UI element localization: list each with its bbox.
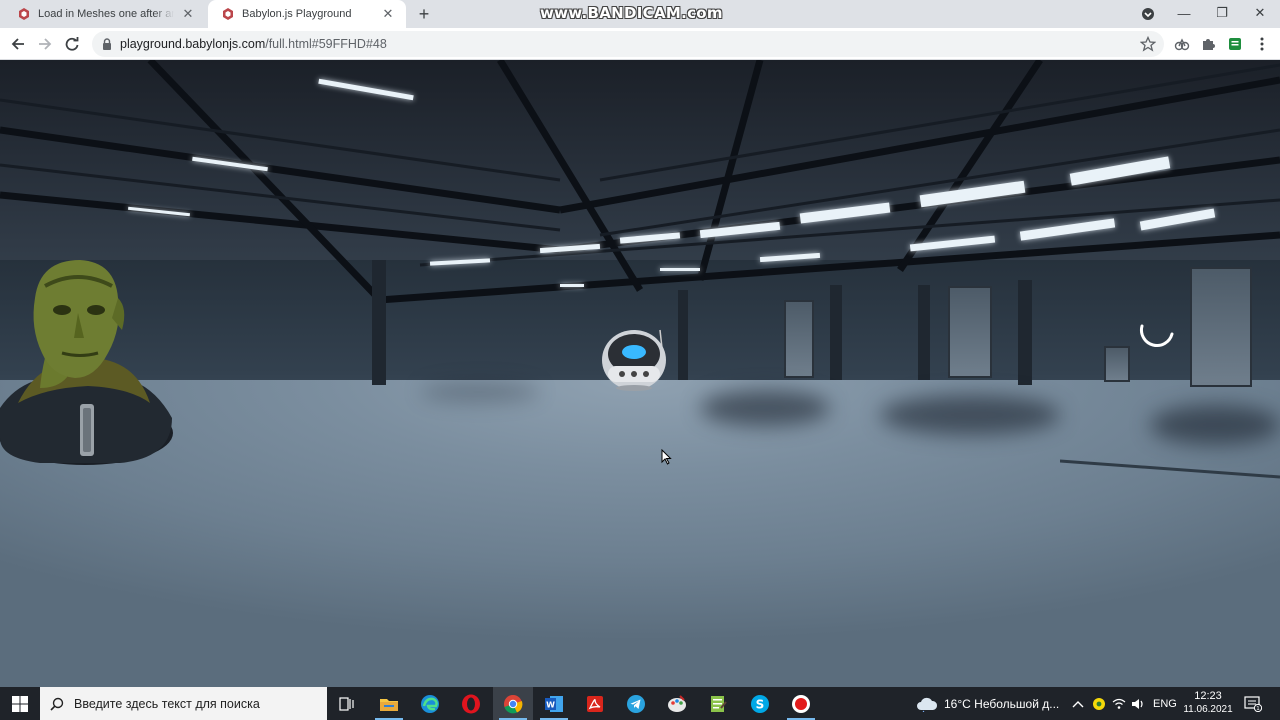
language-indicator[interactable]: ENG xyxy=(1153,687,1177,720)
system-clock[interactable]: 12:23 11.06.2021 xyxy=(1182,689,1234,717)
green-extension-icon[interactable] xyxy=(1225,34,1245,54)
new-tab-button[interactable]: + xyxy=(414,4,434,24)
ceiling-light xyxy=(660,268,700,271)
warehouse-door xyxy=(784,300,814,378)
tab-load-meshes[interactable]: Load in Meshes one after another ✕ xyxy=(4,0,206,28)
ceiling-light xyxy=(560,284,584,287)
wall-pillar xyxy=(678,290,688,380)
search-icon xyxy=(50,697,64,711)
close-icon[interactable]: ✕ xyxy=(1248,2,1272,24)
bookmark-star-icon[interactable] xyxy=(1140,36,1156,52)
url-host: playground.babylonjs.com xyxy=(120,37,266,51)
svg-text:S: S xyxy=(756,697,765,711)
opera-icon[interactable] xyxy=(451,687,491,720)
close-tab-icon[interactable]: ✕ xyxy=(380,6,396,22)
telegram-icon[interactable] xyxy=(616,687,656,720)
mouse-cursor-icon xyxy=(661,449,672,465)
warehouse-door xyxy=(1104,346,1130,382)
babylon-favicon-icon xyxy=(223,8,233,20)
warehouse-door xyxy=(948,286,992,378)
clock-time: 12:23 xyxy=(1194,690,1222,702)
restore-icon[interactable]: ❐ xyxy=(1210,2,1234,24)
minimize-icon[interactable]: — xyxy=(1172,2,1196,24)
bandicam-record-icon[interactable] xyxy=(781,687,821,720)
search-placeholder: Введите здесь текст для поиска xyxy=(74,696,260,711)
tab-title: Load in Meshes one after another xyxy=(38,8,174,20)
file-explorer-icon[interactable] xyxy=(369,687,409,720)
chrome-icon[interactable] xyxy=(493,687,533,720)
loading-spinner-icon xyxy=(1139,324,1174,347)
volume-icon[interactable] xyxy=(1131,687,1145,720)
clock-date: 11.06.2021 xyxy=(1183,704,1233,715)
acrobat-icon[interactable] xyxy=(575,687,615,720)
weather-text: 16°C Небольшой д... xyxy=(944,696,1060,711)
wall-pillar xyxy=(372,260,386,385)
security-tray-icon[interactable] xyxy=(1092,687,1106,720)
taskbar-search-box[interactable]: Введите здесь текст для поиска xyxy=(40,687,327,720)
word-icon[interactable]: W xyxy=(534,687,574,720)
floor-shadow xyxy=(420,382,540,402)
weather-widget[interactable]: 16°C Небольшой д... xyxy=(916,687,1059,720)
puzzle-icon[interactable] xyxy=(1198,34,1218,54)
wall-pillar xyxy=(918,285,930,380)
babylon-render-canvas[interactable] xyxy=(0,60,1280,687)
menu-dots-icon[interactable] xyxy=(1252,34,1272,54)
lock-icon[interactable] xyxy=(102,38,112,50)
ceiling-trusses xyxy=(0,60,1280,304)
floor-shadow xyxy=(880,395,1060,435)
edge-icon[interactable] xyxy=(410,687,450,720)
extension-icon[interactable] xyxy=(1172,34,1192,54)
address-bar[interactable]: playground.babylonjs.com/full.html#59FFH… xyxy=(92,31,1164,57)
notification-center-icon[interactable]: 1 xyxy=(1244,687,1262,720)
browser-toolbar: playground.babylonjs.com/full.html#59FFH… xyxy=(0,28,1280,60)
svg-text:W: W xyxy=(546,700,555,709)
warehouse-floor xyxy=(0,380,1280,687)
notepad-icon[interactable] xyxy=(698,687,738,720)
tray-overflow-icon[interactable] xyxy=(1072,687,1084,720)
forward-arrow-icon[interactable] xyxy=(35,34,55,54)
tab-title: Babylon.js Playground xyxy=(242,8,352,20)
babylon-favicon-icon xyxy=(19,8,29,20)
task-view-icon[interactable] xyxy=(327,687,367,720)
notification-count: 1 xyxy=(1256,706,1260,712)
floor-crack xyxy=(1060,459,1280,479)
tab-strip: Load in Meshes one after another ✕ Babyl… xyxy=(0,0,1280,28)
windows-start-icon[interactable] xyxy=(0,687,40,720)
floor-shadow xyxy=(1150,405,1280,445)
paint-icon[interactable] xyxy=(657,687,697,720)
wifi-icon[interactable] xyxy=(1112,687,1126,720)
tab-search-icon[interactable] xyxy=(1140,6,1156,22)
weather-cloud-icon xyxy=(917,697,938,712)
close-tab-icon[interactable]: ✕ xyxy=(180,6,196,22)
robot-model[interactable] xyxy=(600,326,668,392)
tab-babylon-playground[interactable]: Babylon.js Playground ✕ xyxy=(208,0,406,28)
alien-head-model[interactable] xyxy=(0,258,175,468)
warehouse-door xyxy=(1190,267,1252,387)
floor-shadow xyxy=(700,390,830,426)
windows-taskbar: Введите здесь текст для поиска W S 16°C … xyxy=(0,687,1280,720)
bandicam-watermark: www.BANDICAM.com xyxy=(540,4,723,22)
wall-pillar xyxy=(1018,280,1032,385)
skype-icon[interactable]: S xyxy=(740,687,780,720)
reload-icon[interactable] xyxy=(62,34,82,54)
back-arrow-icon[interactable] xyxy=(8,34,28,54)
wall-pillar xyxy=(830,285,842,380)
url-path: /full.html#59FFHD#48 xyxy=(265,37,387,51)
